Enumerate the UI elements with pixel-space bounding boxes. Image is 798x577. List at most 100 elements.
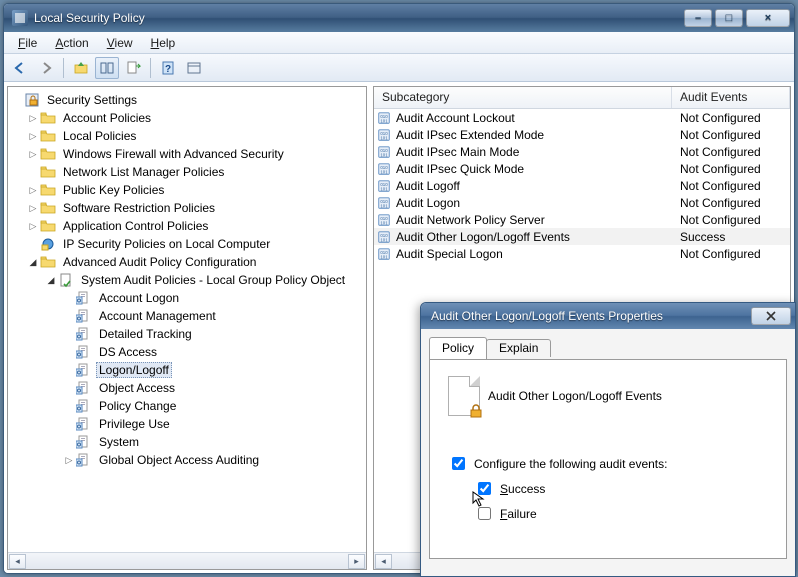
header-audit-events[interactable]: Audit Events bbox=[672, 87, 790, 108]
tree-item[interactable]: ◢ Advanced Audit Policy Configuration bbox=[8, 253, 366, 271]
list-audit-events: Success bbox=[672, 230, 790, 244]
expand-arrow-icon[interactable]: ▷ bbox=[26, 203, 40, 214]
close-button[interactable]: × bbox=[746, 9, 790, 27]
list-row[interactable]: 010101Audit LogoffNot Configured bbox=[374, 177, 790, 194]
expand-arrow-icon[interactable]: ▷ bbox=[26, 131, 40, 142]
tab-policy[interactable]: Policy bbox=[429, 337, 487, 359]
list-row[interactable]: 010101Audit IPsec Main ModeNot Configure… bbox=[374, 143, 790, 160]
list-row[interactable]: 010101Audit IPsec Quick ModeNot Configur… bbox=[374, 160, 790, 177]
list-subcategory: Audit Network Policy Server bbox=[394, 213, 672, 227]
folder-icon bbox=[40, 200, 56, 216]
registry-icon: 010101 bbox=[374, 162, 394, 176]
doc-icon bbox=[76, 398, 92, 414]
tree-item[interactable]: Privilege Use bbox=[8, 415, 366, 433]
tab-panel: Audit Other Logon/Logoff Events Configur… bbox=[429, 359, 787, 559]
list-subcategory: Audit IPsec Main Mode bbox=[394, 145, 672, 159]
list-audit-events: Not Configured bbox=[672, 213, 790, 227]
failure-checkbox[interactable]: Failure bbox=[474, 504, 768, 523]
list-row[interactable]: 010101Audit Other Logon/Logoff EventsSuc… bbox=[374, 228, 790, 245]
view-mode-button[interactable] bbox=[95, 57, 119, 79]
tree-item[interactable]: Network List Manager Policies bbox=[8, 163, 366, 181]
failure-checkbox-input[interactable] bbox=[478, 507, 491, 520]
forward-button[interactable] bbox=[34, 57, 58, 79]
tree-item[interactable]: IP Security Policies on Local Computer bbox=[8, 235, 366, 253]
tree-item[interactable]: ▷Software Restriction Policies bbox=[8, 199, 366, 217]
registry-icon: 010101 bbox=[374, 230, 394, 244]
list-row[interactable]: 010101Audit Account LockoutNot Configure… bbox=[374, 109, 790, 126]
list-row[interactable]: 010101Audit Network Policy ServerNot Con… bbox=[374, 211, 790, 228]
expand-arrow-icon[interactable]: ▷ bbox=[26, 221, 40, 232]
dialog-heading: Audit Other Logon/Logoff Events bbox=[488, 389, 662, 403]
svg-text:101: 101 bbox=[380, 186, 388, 191]
tab-explain[interactable]: Explain bbox=[486, 339, 551, 357]
menu-action[interactable]: Action bbox=[47, 34, 96, 52]
tree-item[interactable]: Object Access bbox=[8, 379, 366, 397]
svg-text:101: 101 bbox=[380, 220, 388, 225]
expand-arrow-icon[interactable]: ▷ bbox=[62, 455, 76, 466]
scroll-left-button[interactable]: ◂ bbox=[375, 554, 392, 569]
list-audit-events: Not Configured bbox=[672, 179, 790, 193]
svg-text:101: 101 bbox=[380, 135, 388, 140]
svg-text:101: 101 bbox=[380, 169, 388, 174]
scroll-right-button[interactable]: ▸ bbox=[348, 554, 365, 569]
menu-file[interactable]: File bbox=[10, 34, 45, 52]
success-checkbox[interactable]: Success bbox=[474, 479, 768, 498]
help-button[interactable]: ? bbox=[156, 57, 180, 79]
doc-icon bbox=[76, 326, 92, 342]
back-button[interactable] bbox=[8, 57, 32, 79]
expand-arrow-icon[interactable]: ▷ bbox=[26, 113, 40, 124]
expand-arrow-icon[interactable]: ◢ bbox=[44, 275, 58, 286]
up-button[interactable] bbox=[69, 57, 93, 79]
tree-hscroll[interactable]: ◂ ▸ bbox=[8, 552, 366, 569]
tree[interactable]: Security Settings▷Account Policies▷Local… bbox=[8, 87, 366, 552]
tree-item[interactable]: Account Logon bbox=[8, 289, 366, 307]
menubar: File Action View Help bbox=[4, 32, 794, 54]
tree-item[interactable]: System bbox=[8, 433, 366, 451]
refresh-button[interactable] bbox=[182, 57, 206, 79]
menu-view[interactable]: View bbox=[99, 34, 141, 52]
tree-item[interactable]: Logon/Logoff bbox=[8, 361, 366, 379]
tree-item[interactable]: ▷Local Policies bbox=[8, 127, 366, 145]
tree-root[interactable]: Security Settings bbox=[8, 91, 366, 109]
configure-checkbox-input[interactable] bbox=[452, 457, 465, 470]
doc-icon bbox=[76, 344, 92, 360]
dialog-titlebar[interactable]: Audit Other Logon/Logoff Events Properti… bbox=[421, 303, 795, 329]
expand-arrow-icon[interactable]: ▷ bbox=[26, 149, 40, 160]
tree-item[interactable]: ▷Public Key Policies bbox=[8, 181, 366, 199]
svg-text:101: 101 bbox=[380, 237, 388, 242]
configure-checkbox[interactable]: Configure the following audit events: bbox=[448, 454, 768, 473]
export-button[interactable] bbox=[121, 57, 145, 79]
svg-text:101: 101 bbox=[380, 203, 388, 208]
folder-icon bbox=[40, 146, 56, 162]
toolbar: ? bbox=[4, 54, 794, 82]
registry-icon: 010101 bbox=[374, 247, 394, 261]
list-row[interactable]: 010101Audit Special LogonNot Configured bbox=[374, 245, 790, 262]
tree-item-label: Windows Firewall with Advanced Security bbox=[60, 147, 287, 161]
list-row[interactable]: 010101Audit LogonNot Configured bbox=[374, 194, 790, 211]
tree-item[interactable]: ◢System Audit Policies - Local Group Pol… bbox=[8, 271, 366, 289]
policy-icon bbox=[448, 376, 480, 416]
success-checkbox-input[interactable] bbox=[478, 482, 491, 495]
list-row[interactable]: 010101Audit IPsec Extended ModeNot Confi… bbox=[374, 126, 790, 143]
tree-item[interactable]: Account Management bbox=[8, 307, 366, 325]
tree-item[interactable]: ▷Global Object Access Auditing bbox=[8, 451, 366, 469]
expand-arrow-icon[interactable]: ◢ bbox=[26, 257, 40, 268]
tree-item[interactable]: DS Access bbox=[8, 343, 366, 361]
folder-icon bbox=[40, 182, 56, 198]
header-subcategory[interactable]: Subcategory bbox=[374, 87, 672, 108]
tree-item[interactable]: ▷ Windows Firewall with Advanced Security bbox=[8, 145, 366, 163]
expand-arrow-icon[interactable]: ▷ bbox=[26, 185, 40, 196]
tree-item-label: Detailed Tracking bbox=[96, 327, 195, 341]
tree-item[interactable]: ▷Account Policies bbox=[8, 109, 366, 127]
scroll-left-button[interactable]: ◂ bbox=[9, 554, 26, 569]
tree-item[interactable]: Detailed Tracking bbox=[8, 325, 366, 343]
tree-item-label: Advanced Audit Policy Configuration bbox=[60, 255, 259, 269]
dialog-close-button[interactable] bbox=[751, 307, 791, 325]
menu-help[interactable]: Help bbox=[143, 34, 184, 52]
tree-item[interactable]: Policy Change bbox=[8, 397, 366, 415]
maximize-button[interactable]: □ bbox=[715, 9, 743, 27]
titlebar[interactable]: Local Security Policy – □ × bbox=[4, 4, 794, 32]
minimize-button[interactable]: – bbox=[684, 9, 712, 27]
tree-item[interactable]: ▷Application Control Policies bbox=[8, 217, 366, 235]
security-icon bbox=[24, 92, 40, 108]
